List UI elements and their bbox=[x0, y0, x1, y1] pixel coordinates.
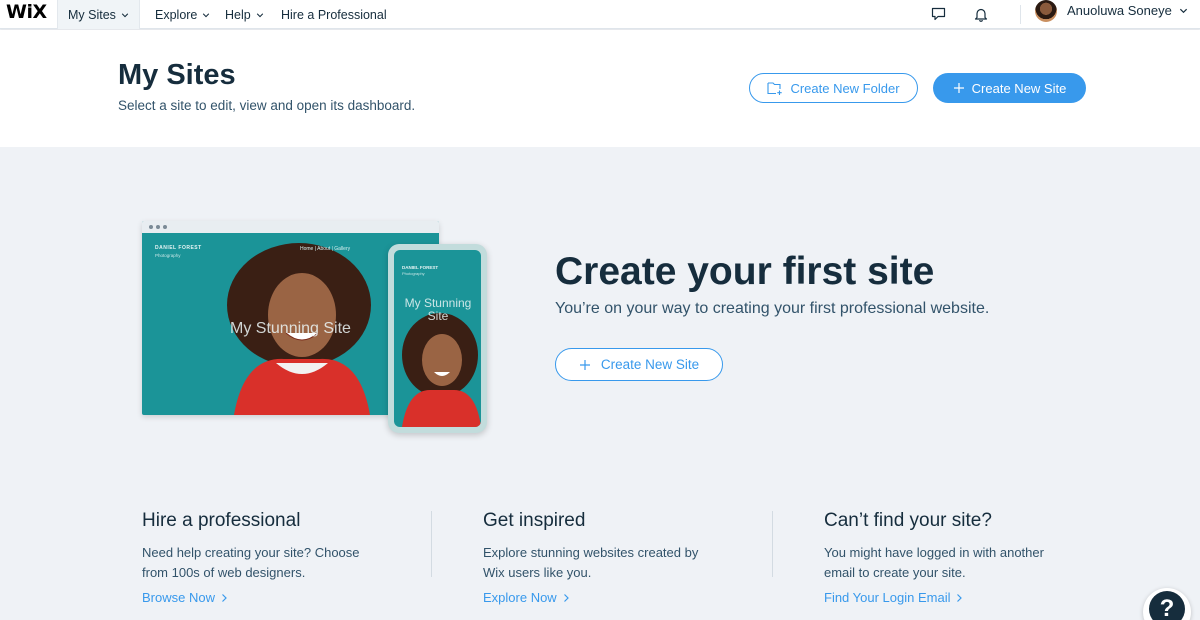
create-new-folder-button[interactable]: Create New Folder bbox=[749, 73, 918, 103]
nav-divider bbox=[1020, 5, 1021, 24]
mobile-site-preview-image: DANIEL FOREST Photography My Stunning Si… bbox=[388, 244, 487, 433]
nav-explore-label: Explore bbox=[155, 7, 198, 22]
chevron-down-icon bbox=[121, 12, 129, 17]
section-title: Get inspired bbox=[483, 510, 586, 531]
mock-brand: DANIEL FOREST bbox=[155, 245, 202, 251]
mock-headline-mobile: My Stunning Site bbox=[404, 296, 472, 323]
avatar[interactable] bbox=[1035, 0, 1057, 22]
create-new-site-label: Create New Site bbox=[971, 80, 1067, 96]
explore-now-link[interactable]: Explore Now bbox=[483, 590, 570, 605]
nav-explore[interactable]: Explore bbox=[155, 0, 210, 29]
page-header: My Sites Select a site to edit, view and… bbox=[0, 30, 1200, 147]
browser-bar bbox=[142, 221, 439, 233]
create-new-site-button[interactable]: Create New Site bbox=[933, 73, 1086, 103]
nav-my-sites-label: My Sites bbox=[68, 7, 116, 22]
user-menu[interactable]: Anuoluwa Soneye bbox=[1067, 0, 1188, 20]
hero-subtitle: You’re on your way to creating your firs… bbox=[555, 300, 990, 317]
section-title: Hire a professional bbox=[142, 510, 301, 531]
nav-hire-label: Hire a Professional bbox=[281, 7, 387, 22]
mock-brand-sub-mobile: Photography bbox=[402, 271, 425, 276]
chevron-down-icon bbox=[256, 12, 263, 17]
help-icon: ? bbox=[1149, 591, 1185, 620]
mock-menu: Home | About | Gallery bbox=[300, 246, 351, 252]
plus-icon bbox=[953, 83, 964, 93]
find-login-email-link[interactable]: Find Your Login Email bbox=[824, 590, 963, 605]
section-text: Explore stunning websites created by Wix… bbox=[483, 545, 699, 580]
chevron-right-icon bbox=[563, 593, 569, 602]
nav-my-sites[interactable]: My Sites bbox=[57, 0, 140, 29]
mock-brand-sub: Photography bbox=[155, 253, 181, 258]
column-divider bbox=[772, 511, 773, 577]
page-subtitle: Select a site to edit, view and open its… bbox=[118, 98, 416, 113]
hero-create-new-site-button[interactable]: Create New Site bbox=[555, 348, 723, 381]
nav-help[interactable]: Help bbox=[225, 0, 264, 29]
mock-brand-mobile: DANIEL FOREST bbox=[402, 265, 439, 270]
hire-professional-section: Hire a professional Need help creating y… bbox=[142, 510, 432, 605]
find-login-email-label: Find Your Login Email bbox=[824, 590, 951, 605]
chevron-right-icon bbox=[957, 593, 963, 602]
folder-plus-icon bbox=[767, 82, 783, 95]
cant-find-site-section: Can’t find your site? You might have log… bbox=[824, 510, 1114, 605]
section-text: Need help creating your site? Choose fro… bbox=[142, 545, 360, 580]
get-inspired-section: Get inspired Explore stunning websites c… bbox=[483, 510, 773, 605]
create-new-folder-label: Create New Folder bbox=[790, 80, 900, 96]
user-name: Anuoluwa Soneye bbox=[1067, 2, 1172, 18]
chevron-down-icon bbox=[1179, 8, 1187, 13]
nav-hire-a-professional[interactable]: Hire a Professional bbox=[281, 0, 387, 29]
mock-headline: My Stunning Site bbox=[230, 320, 351, 337]
chevron-right-icon bbox=[222, 593, 227, 602]
section-text: You might have logged in with another em… bbox=[824, 545, 1044, 580]
section-title: Can’t find your site? bbox=[824, 510, 992, 531]
browse-now-link[interactable]: Browse Now bbox=[142, 590, 228, 605]
page-title: My Sites bbox=[118, 59, 236, 91]
explore-now-label: Explore Now bbox=[483, 590, 557, 605]
help-button[interactable]: ? bbox=[1143, 588, 1191, 620]
top-navigation-bar: WiX My Sites Explore Help Hire a Profess… bbox=[0, 0, 1200, 29]
chat-icon[interactable] bbox=[928, 4, 948, 24]
bell-icon[interactable] bbox=[971, 4, 991, 24]
nav-help-label: Help bbox=[225, 7, 251, 22]
column-divider bbox=[431, 511, 432, 577]
hero-create-new-site-label: Create New Site bbox=[600, 357, 700, 372]
hero-title: Create your first site bbox=[555, 250, 935, 293]
portrait-photo-mobile bbox=[402, 313, 481, 427]
browse-now-label: Browse Now bbox=[142, 590, 215, 605]
chevron-down-icon bbox=[203, 12, 210, 17]
wix-logo[interactable]: WiX bbox=[6, 1, 47, 23]
plus-icon bbox=[579, 359, 590, 370]
